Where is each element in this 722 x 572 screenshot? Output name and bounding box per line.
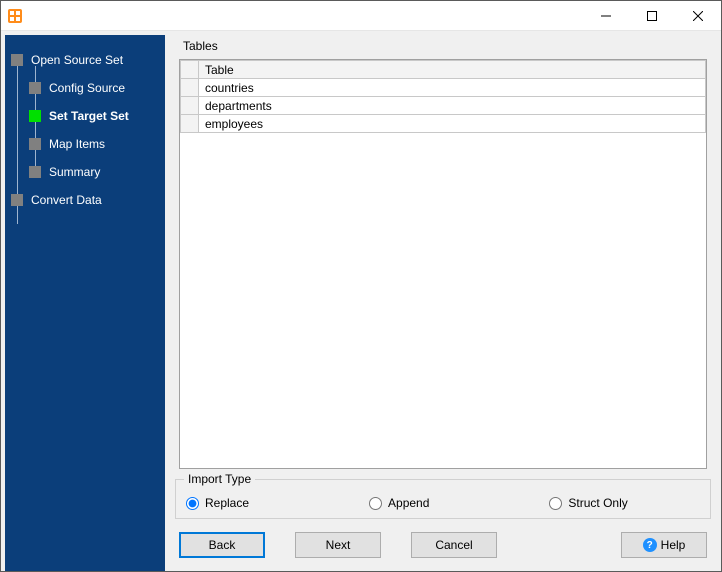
grid-col-header[interactable]: Table: [199, 61, 706, 79]
step-label: Set Target Set: [49, 109, 129, 123]
import-option-append[interactable]: Append: [369, 496, 429, 510]
import-option-replace[interactable]: Replace: [186, 496, 249, 510]
help-button-label: Help: [661, 538, 686, 552]
wizard-step[interactable]: Map Items: [11, 133, 159, 155]
table-row[interactable]: departments: [181, 97, 706, 115]
maximize-icon: [647, 11, 657, 21]
import-radio-append[interactable]: [369, 497, 382, 510]
row-header: [181, 79, 199, 97]
step-label: Map Items: [49, 137, 105, 151]
import-type-group: Import Type ReplaceAppendStruct Only: [175, 479, 711, 519]
main-column: Tables Table countriesdepartmentsemploye…: [169, 35, 717, 571]
help-button[interactable]: ? Help: [621, 532, 707, 558]
step-label: Config Source: [49, 81, 125, 95]
minimize-icon: [601, 11, 611, 21]
step-label: Open Source Set: [31, 53, 123, 67]
step-marker-icon: [29, 138, 41, 150]
import-type-title: Import Type: [184, 472, 255, 486]
step-marker-icon: [11, 194, 23, 206]
import-radio-replace[interactable]: [186, 497, 199, 510]
import-option-label: Struct Only: [568, 496, 627, 510]
tables-grid-container[interactable]: Table countriesdepartmentsemployees: [179, 59, 707, 469]
row-header: [181, 115, 199, 133]
titlebar: [1, 1, 721, 31]
back-button-label: Back: [209, 538, 236, 552]
step-marker-icon: [29, 82, 41, 94]
table-row[interactable]: employees: [181, 115, 706, 133]
wizard-steps: Open Source Set Config Source Set Target S…: [11, 49, 159, 211]
wizard-sidebar: Open Source Set Config Source Set Target S…: [5, 35, 165, 571]
import-type-options: Replace Append Struct Only: [186, 496, 700, 510]
import-option-label: Append: [388, 496, 429, 510]
step-label: Summary: [49, 165, 100, 179]
tables-grid: Table countriesdepartmentsemployees: [180, 60, 706, 133]
import-option-struct[interactable]: Struct Only: [549, 496, 627, 510]
minimize-button[interactable]: [583, 1, 629, 31]
cancel-button-label: Cancel: [435, 538, 472, 552]
table-cell: employees: [199, 115, 706, 133]
footer: Back Next Cancel ? Help: [169, 525, 717, 571]
wizard-step[interactable]: Set Target Set: [11, 105, 159, 127]
table-cell: countries: [199, 79, 706, 97]
app-icon: [7, 8, 23, 24]
body: Open Source Set Config Source Set Target S…: [1, 31, 721, 571]
wizard-step[interactable]: Config Source: [11, 77, 159, 99]
close-icon: [693, 11, 703, 21]
content-area: Tables Table countriesdepartmentsemploye…: [169, 35, 717, 525]
close-button[interactable]: [675, 1, 721, 31]
tables-title: Tables: [183, 39, 713, 53]
row-header: [181, 97, 199, 115]
table-cell: departments: [199, 97, 706, 115]
import-option-label: Replace: [205, 496, 249, 510]
cancel-button[interactable]: Cancel: [411, 532, 497, 558]
help-icon: ?: [643, 538, 657, 552]
wizard-step[interactable]: Open Source Set: [11, 49, 159, 71]
step-marker-icon: [11, 54, 23, 66]
step-marker-icon: [29, 166, 41, 178]
titlebar-controls: [583, 1, 721, 30]
next-button[interactable]: Next: [295, 532, 381, 558]
titlebar-left: [1, 8, 29, 24]
wizard-step[interactable]: Convert Data: [11, 189, 159, 211]
tables-group: Tables Table countriesdepartmentsemploye…: [173, 39, 713, 469]
maximize-button[interactable]: [629, 1, 675, 31]
grid-corner: [181, 61, 199, 79]
wizard-window: Open Source Set Config Source Set Target S…: [0, 0, 722, 572]
back-button[interactable]: Back: [179, 532, 265, 558]
step-marker-icon: [29, 110, 41, 122]
import-radio-struct[interactable]: [549, 497, 562, 510]
table-row[interactable]: countries: [181, 79, 706, 97]
next-button-label: Next: [326, 538, 351, 552]
step-label: Convert Data: [31, 193, 102, 207]
wizard-step[interactable]: Summary: [11, 161, 159, 183]
